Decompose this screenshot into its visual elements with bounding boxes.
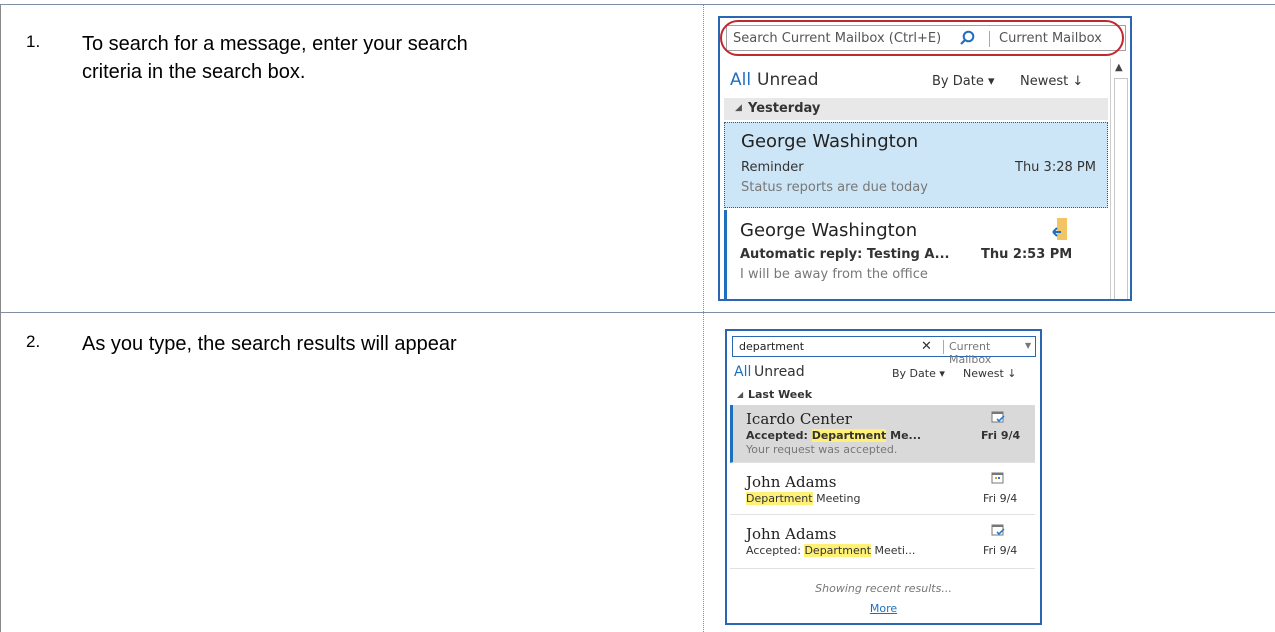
search-highlight: Department <box>804 544 872 557</box>
sort-by-dropdown[interactable]: By Date ▾ <box>932 74 994 89</box>
sort-order-toggle[interactable]: Newest ↓ <box>1020 74 1083 89</box>
message-sender: John Adams <box>746 473 837 491</box>
message-item[interactable]: George Washington Reminder Thu 3:28 PM S… <box>724 122 1108 208</box>
message-preview: Status reports are due today <box>741 180 928 195</box>
meeting-accepted-icon <box>991 524 1005 536</box>
message-date: Thu 3:28 PM <box>1015 160 1096 175</box>
meeting-accepted-icon <box>991 411 1005 423</box>
mail-list-screenshot: Search Current Mailbox (Ctrl+E) Current … <box>718 16 1132 301</box>
group-header[interactable]: ◢ Last Week <box>730 386 1038 403</box>
search-results-screenshot: department ✕ Current Mailbox ▼ All Unrea… <box>725 329 1042 625</box>
showing-recent-results-note: Showing recent results... <box>815 582 952 595</box>
scroll-thumb[interactable] <box>1114 78 1128 299</box>
message-item[interactable]: John Adams Accepted: Department Meeti...… <box>730 517 1035 569</box>
step-number: 1. <box>26 32 41 51</box>
sort-order-toggle[interactable]: Newest ↓ <box>963 367 1017 380</box>
collapse-triangle-icon[interactable]: ◢ <box>737 390 743 399</box>
message-date: Fri 9/4 <box>981 429 1021 442</box>
highlight-oval <box>720 20 1124 56</box>
message-sender: John Adams <box>746 525 837 543</box>
step-text: To search for a message, enter your sear… <box>82 30 642 86</box>
search-box[interactable]: department ✕ Current Mailbox ▼ <box>732 336 1036 366</box>
step-number: 2. <box>26 332 41 351</box>
message-subject: Automatic reply: Testing A... <box>740 247 950 262</box>
message-subject: Accepted: Department Meeti... <box>746 544 915 557</box>
message-sender: George Washington <box>741 131 919 152</box>
message-date: Fri 9/4 <box>983 492 1018 505</box>
message-subject: Department Meeting <box>746 492 860 505</box>
group-header[interactable]: ◢ Yesterday <box>724 98 1108 120</box>
step-row-1: 1. To search for a message, enter your s… <box>0 0 1275 312</box>
message-preview: I will be away from the office <box>740 267 928 282</box>
subject-part: Meeti... <box>871 544 916 557</box>
sort-by-dropdown[interactable]: By Date ▾ <box>892 367 945 380</box>
group-label: Yesterday <box>748 101 821 116</box>
message-sender: Icardo Center <box>746 410 852 428</box>
search-divider <box>943 340 944 354</box>
subject-part: Me... <box>886 429 922 442</box>
step-text-line: As you type, the search results will app… <box>82 333 457 355</box>
message-item[interactable]: George Washington Automatic reply: Testi… <box>724 210 1108 299</box>
collapse-triangle-icon[interactable]: ◢ <box>735 103 742 113</box>
auto-reply-icon <box>1052 218 1067 240</box>
step-text: As you type, the search results will app… <box>82 330 642 358</box>
filter-unread-tab[interactable]: Unread <box>757 70 819 90</box>
message-date: Thu 2:53 PM <box>981 247 1073 262</box>
message-subject: Accepted: Department Me... <box>746 429 921 442</box>
filter-all-tab[interactable]: All <box>730 70 751 90</box>
message-item[interactable]: John Adams Department Meeting Fri 9/4 <box>730 465 1035 515</box>
subject-part: Meeting <box>812 492 861 505</box>
message-date: Fri 9/4 <box>983 544 1018 557</box>
chevron-down-icon[interactable]: ▼ <box>1025 341 1031 350</box>
message-item[interactable]: Icardo Center Accepted: Department Me...… <box>730 405 1035 463</box>
search-scope-dropdown[interactable]: Current Mailbox <box>949 340 1035 366</box>
search-highlight: Department <box>746 492 813 505</box>
clear-search-icon[interactable]: ✕ <box>921 339 932 354</box>
meeting-request-icon <box>991 472 1004 484</box>
subject-part: Accepted: <box>746 429 812 442</box>
instruction-table: 1. To search for a message, enter your s… <box>0 0 1275 632</box>
step-text-line: criteria in the search box. <box>82 61 306 83</box>
message-sender: George Washington <box>740 220 918 241</box>
step-text-line: To search for a message, enter your sear… <box>82 33 468 55</box>
scroll-up-arrow-icon[interactable]: ▲ <box>1115 62 1123 73</box>
scrollbar[interactable]: ▲ <box>1110 58 1130 299</box>
group-label: Last Week <box>748 388 813 401</box>
more-results-link[interactable]: More <box>727 602 1040 615</box>
step-row-2: 2. As you type, the search results will … <box>0 312 1275 632</box>
filter-unread-tab[interactable]: Unread <box>754 364 805 380</box>
search-highlight: Department <box>811 429 887 442</box>
filter-all-tab[interactable]: All <box>734 364 751 380</box>
subject-part: Accepted: <box>746 544 805 557</box>
message-preview: Your request was accepted. <box>746 443 898 456</box>
search-input[interactable]: department <box>739 340 804 353</box>
message-subject: Reminder <box>741 160 804 175</box>
